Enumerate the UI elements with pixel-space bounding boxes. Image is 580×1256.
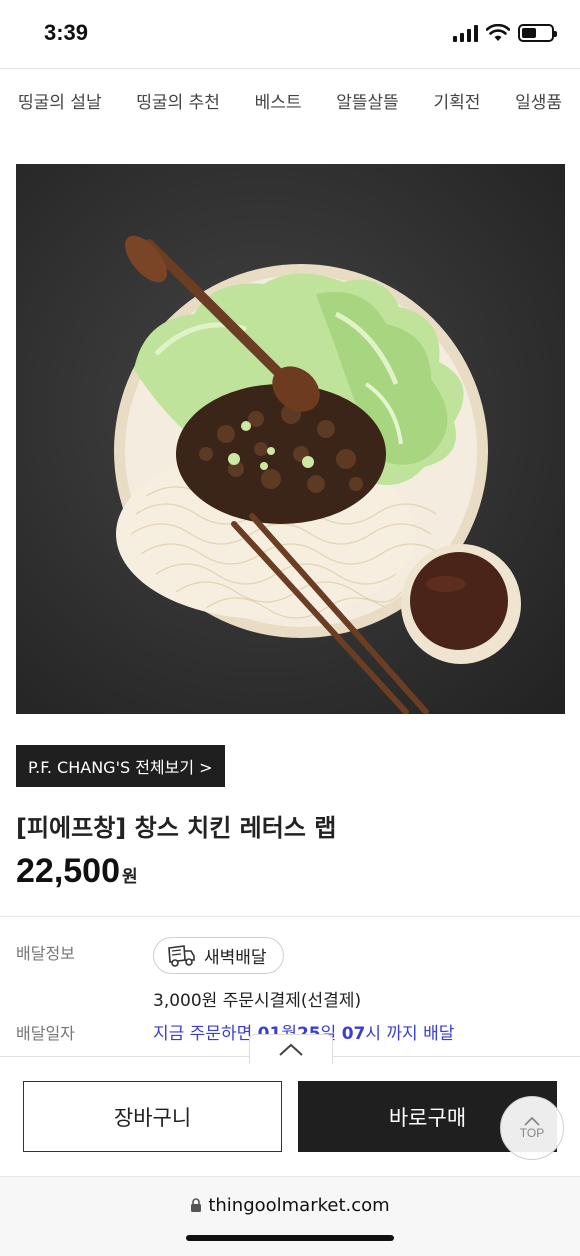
price-value: 22,500 (16, 852, 120, 890)
delivery-info-label: 배달정보 (16, 944, 75, 963)
shipping-fee: 3,000원 주문시결제(선결제) (153, 991, 362, 1011)
delivery-date-prefix: 지금 주문하면 (153, 1024, 258, 1044)
nav-item-daily[interactable]: 일생품 (515, 88, 562, 113)
home-indicator[interactable] (186, 1235, 394, 1241)
product-title: [피에프창] 창스 치킨 레터스 랩 (16, 814, 337, 842)
delivery-date-suffix: 시 까지 배달 (365, 1024, 455, 1044)
arrow-up-icon (524, 1116, 540, 1126)
lock-icon (191, 1198, 202, 1212)
nav-item-bargain[interactable]: 알뜰살뜰 (336, 88, 399, 113)
cellular-signal-icon (453, 24, 478, 42)
section-divider (0, 916, 580, 917)
nav-item-seollal[interactable]: 띵굴의 설날 (18, 88, 102, 113)
delivery-date-label: 배달일자 (16, 1024, 75, 1043)
nav-item-recommend[interactable]: 띵굴의 추천 (136, 88, 220, 113)
category-nav: 띵굴의 설날 띵굴의 추천 베스트 알뜰살뜰 기획전 일생품 (0, 68, 580, 132)
scroll-top-label: TOP (519, 1126, 545, 1140)
dawn-delivery-badge: 새벽배달 (153, 937, 284, 974)
product-price: 22,500 원 (16, 852, 138, 891)
price-unit: 원 (122, 867, 138, 887)
delivery-truck-icon (168, 944, 195, 967)
brand-all-link[interactable]: P.F. CHANG'S 전체보기 > (16, 745, 225, 787)
add-to-cart-button[interactable]: 장바구니 (23, 1081, 282, 1152)
delivery-hour: 07 (341, 1024, 366, 1044)
status-bar: 3:39 (0, 0, 580, 68)
url-text: thingoolmarket.com (208, 1195, 390, 1216)
nav-item-special[interactable]: 기획전 (433, 88, 480, 113)
delivery-badge-label: 새벽배달 (204, 948, 267, 968)
scroll-top-button[interactable]: TOP (500, 1096, 564, 1160)
nav-item-best[interactable]: 베스트 (255, 88, 302, 113)
wifi-icon (486, 24, 510, 41)
battery-icon (518, 24, 557, 42)
url-field[interactable]: thingoolmarket.com (0, 1195, 580, 1216)
browser-address-bar: thingoolmarket.com (0, 1176, 580, 1256)
chevron-up-icon (279, 1043, 303, 1056)
panel-toggle-button[interactable] (249, 1034, 333, 1064)
product-image (16, 164, 565, 714)
status-icons (453, 24, 557, 42)
status-time: 3:39 (44, 20, 89, 45)
